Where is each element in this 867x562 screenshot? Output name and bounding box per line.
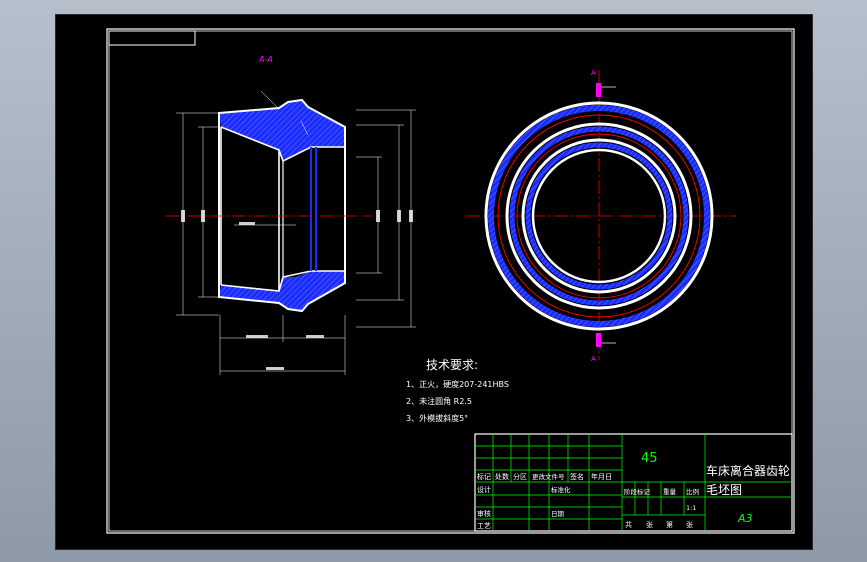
tb-sheet-3: 张 bbox=[686, 520, 693, 529]
end-view: A A bbox=[466, 69, 736, 363]
tb-sheet-1: 张 bbox=[646, 520, 653, 529]
tb-header-1: 处数 bbox=[495, 472, 509, 481]
tb-header-0: 标记 bbox=[477, 472, 491, 481]
tb-material: 45 bbox=[641, 451, 658, 466]
tech-item-1: 1、正火，硬度207-241HBS bbox=[406, 379, 509, 389]
cad-viewport[interactable]: A-A A A 技术要求: 1、正火，硬度207-241HBS 2、未注圆角 R… bbox=[55, 14, 813, 550]
tb-header-3: 更改文件号 bbox=[532, 472, 565, 481]
tb-header-4: 签名 bbox=[570, 472, 584, 481]
cut-label-top: A bbox=[591, 69, 596, 77]
section-label: A-A bbox=[258, 55, 273, 64]
tb-header-2: 分区 bbox=[513, 472, 527, 481]
tb-mid-date: 日期 bbox=[551, 510, 565, 518]
section-view bbox=[166, 90, 416, 375]
cut-mark-top bbox=[596, 83, 601, 97]
cad-drawing: A-A A A 技术要求: 1、正火，硬度207-241HBS 2、未注圆角 R… bbox=[106, 28, 795, 534]
tb-scale-label: 比例 bbox=[686, 487, 699, 496]
tech-requirements: 技术要求: 1、正火，硬度207-241HBS 2、未注圆角 R2.5 3、外模… bbox=[406, 358, 509, 423]
tb-part-name-1: 车床离合器齿轮 bbox=[706, 463, 790, 478]
tb-sheet-0: 共 bbox=[625, 520, 632, 529]
tb-weight: 重量 bbox=[663, 488, 677, 496]
tb-row-review: 审核 bbox=[477, 509, 491, 518]
cut-label-bottom: A bbox=[591, 355, 596, 363]
tb-part-name-2: 毛坯图 bbox=[706, 483, 742, 497]
tb-row-process: 工艺 bbox=[477, 522, 491, 530]
tb-scale-value: 1:1 bbox=[686, 504, 696, 512]
cut-mark-bottom bbox=[596, 333, 601, 347]
tech-title: 技术要求: bbox=[426, 358, 478, 372]
tb-mid-standard: 标准化 bbox=[551, 485, 571, 494]
tb-sheet-size: A3 bbox=[737, 512, 753, 525]
title-block: 标记 处数 分区 更改文件号 签名 年月日 设计 审核 工艺 标准化 日期 阶段… bbox=[474, 433, 793, 532]
tech-item-2: 2、未注圆角 R2.5 bbox=[406, 396, 472, 406]
tech-item-3: 3、外模拔斜度5° bbox=[406, 413, 468, 423]
tb-stage: 阶段标记 bbox=[624, 487, 651, 496]
corner-box bbox=[108, 30, 196, 46]
tb-header-5: 年月日 bbox=[591, 472, 612, 481]
drawing-border bbox=[108, 30, 793, 532]
tb-row-design: 设计 bbox=[477, 485, 491, 494]
tb-sheet-2: 第 bbox=[666, 520, 673, 529]
hatch-upper bbox=[219, 100, 345, 161]
